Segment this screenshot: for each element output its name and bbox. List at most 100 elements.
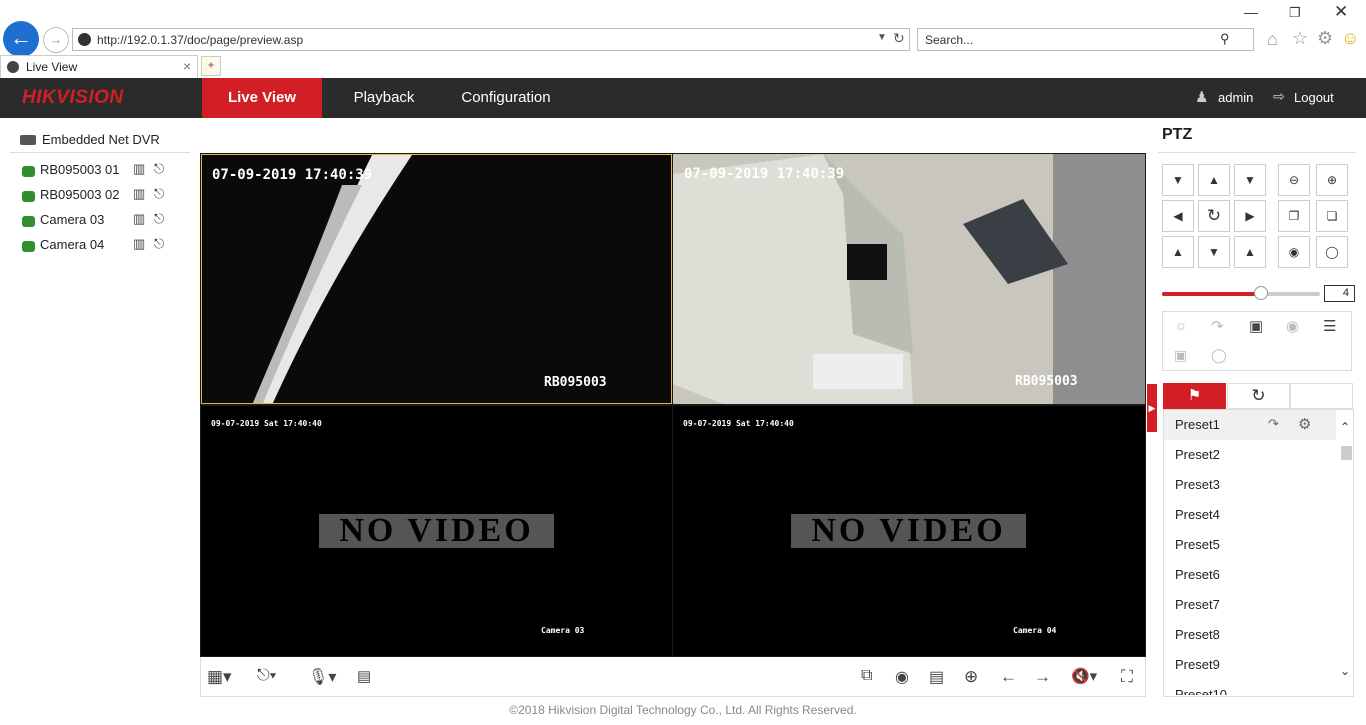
zoom-out-icon[interactable]: ⊖ <box>1278 164 1310 196</box>
username[interactable]: admin <box>1218 90 1253 105</box>
device-name[interactable]: Embedded Net DVR <box>42 132 160 147</box>
focus-far-icon[interactable]: ❏ <box>1316 200 1348 232</box>
iris-close-icon[interactable]: ◯ <box>1316 236 1348 268</box>
next-page-icon[interactable]: → <box>1034 667 1051 687</box>
wiper-icon[interactable]: ↷ <box>1211 317 1224 335</box>
zoom-in-icon[interactable]: ⊕ <box>1316 164 1348 196</box>
preset-item[interactable]: Preset6 <box>1175 567 1220 582</box>
preset-item[interactable]: Preset2 <box>1175 447 1220 462</box>
preset-item[interactable]: Preset5 <box>1175 537 1220 552</box>
tab-presets[interactable]: ⚑ <box>1163 383 1226 409</box>
stream-select-icon[interactable]: ⎋ <box>154 211 164 227</box>
forward-button[interactable]: → <box>43 27 69 53</box>
logout-link[interactable]: Logout <box>1294 90 1334 105</box>
pan-up-right-button[interactable]: ▼ <box>1234 164 1266 196</box>
scroll-thumb[interactable] <box>1341 446 1352 460</box>
channel-item[interactable]: Camera 03 <box>40 212 104 227</box>
light-icon[interactable]: ☼ <box>1174 317 1188 334</box>
record-icon[interactable]: ▥ <box>133 186 145 202</box>
microphone-icon[interactable]: 🎙▾ <box>308 667 336 687</box>
preset-scrollbar[interactable]: ⌃ ⌄ <box>1337 410 1353 696</box>
tab-configuration[interactable]: Configuration <box>450 78 562 118</box>
collapse-handle[interactable]: ▶ <box>1147 384 1157 432</box>
auto-focus-icon[interactable]: ▣ <box>1249 317 1263 335</box>
tab-close-icon[interactable]: × <box>183 58 191 74</box>
fullscreen-icon[interactable]: ⛶ <box>1121 667 1133 687</box>
pan-right-button[interactable]: ▶ <box>1234 200 1266 232</box>
record-icon[interactable]: ▥ <box>133 211 145 227</box>
pan-left-button[interactable]: ◀ <box>1162 200 1194 232</box>
preset-item[interactable]: Preset9 <box>1175 657 1220 672</box>
video-pane-1[interactable]: 07-09-2019 17:40:39 RB095003 <box>201 154 672 404</box>
channel-item[interactable]: RB095003 02 <box>40 187 120 202</box>
layout-grid-icon[interactable]: ▦▾ <box>207 667 232 687</box>
stop-all-icon[interactable]: ⧉ <box>861 667 872 687</box>
search-icon[interactable]: ⚲ <box>1220 31 1230 47</box>
pan-down-button[interactable]: ▼ <box>1198 236 1230 268</box>
pan-up-button[interactable]: ▲ <box>1198 164 1230 196</box>
refresh-icon[interactable]: ↻ <box>893 30 905 47</box>
stream-icon[interactable]: ⎋▾ <box>257 667 276 687</box>
focus-near-icon[interactable]: ❐ <box>1278 200 1310 232</box>
preset-settings-icon[interactable]: ⚙ <box>1298 415 1311 433</box>
stream-select-icon[interactable]: ⎋ <box>154 161 164 177</box>
settings-gear-icon[interactable]: ⚙ <box>1317 28 1333 49</box>
minimize-button[interactable]: — <box>1244 4 1258 20</box>
volume-mute-icon[interactable]: 🔇▾ <box>1071 667 1097 687</box>
channel-item[interactable]: Camera 04 <box>40 237 104 252</box>
speed-handle[interactable] <box>1254 286 1268 300</box>
dropdown-icon[interactable]: ▼ <box>877 32 887 43</box>
zoom-icon[interactable]: ⊕ <box>964 667 978 687</box>
lens-init-icon[interactable]: ◉ <box>1286 317 1299 335</box>
restore-button[interactable]: ❐ <box>1289 5 1301 21</box>
video-pane-2[interactable]: 07-09-2019 17:40:39 RB095003 <box>673 154 1145 404</box>
capture-icon[interactable]: ◉ <box>895 667 909 687</box>
pan-up-left-button[interactable]: ▼ <box>1162 164 1194 196</box>
record-icon[interactable]: ▥ <box>133 161 145 177</box>
3d-position-icon[interactable]: ◯ <box>1211 347 1227 364</box>
back-button[interactable]: ← <box>3 21 39 57</box>
tab-pattern[interactable] <box>1290 383 1353 409</box>
record-icon[interactable]: ▤ <box>929 667 944 687</box>
smiley-icon[interactable]: ☺ <box>1341 28 1359 49</box>
tab-playback[interactable]: Playback <box>340 78 428 118</box>
favorites-icon[interactable]: ☆ <box>1292 28 1308 49</box>
pan-down-right-button[interactable]: ▲ <box>1234 236 1266 268</box>
speed-value: 4 <box>1324 285 1355 302</box>
stream-select-icon[interactable]: ⎋ <box>154 186 164 202</box>
new-tab-button[interactable]: ✦ <box>201 56 221 76</box>
timestamp-2: 07-09-2019 17:40:39 <box>684 166 845 182</box>
record-icon[interactable]: ▥ <box>133 236 145 252</box>
tab-live-view[interactable]: Live View <box>202 78 322 118</box>
preset-item[interactable]: Preset4 <box>1175 507 1220 522</box>
close-window-button[interactable]: ✕ <box>1334 2 1348 22</box>
browser-tab[interactable]: Live View × <box>0 55 198 78</box>
channel-item[interactable]: RB095003 01 <box>40 162 120 177</box>
3d-zoom-box-icon[interactable]: ▣ <box>1174 347 1187 364</box>
preset-item[interactable]: Preset3 <box>1175 477 1220 492</box>
search-box[interactable]: Search... ⚲ <box>917 28 1254 51</box>
search-input[interactable]: Search... <box>925 33 973 47</box>
tab-patrol[interactable]: ↻ <box>1227 383 1290 409</box>
preset-item[interactable]: Preset7 <box>1175 597 1220 612</box>
video-pane-3[interactable]: 09-07-2019 Sat 17:40:40 NO VIDEO Camera … <box>201 406 672 656</box>
preset-item[interactable]: Preset8 <box>1175 627 1220 642</box>
video-pane-4[interactable]: 09-07-2019 Sat 17:40:40 NO VIDEO Camera … <box>673 406 1145 656</box>
preset-item[interactable]: Preset1 <box>1175 417 1220 432</box>
menu-icon[interactable]: ☰ <box>1323 317 1336 335</box>
home-icon[interactable]: ⌂ <box>1267 29 1278 50</box>
address-bar[interactable]: http://192.0.1.37/doc/page/preview.asp ▼… <box>72 28 910 51</box>
auto-pan-button[interactable]: ↻ <box>1198 200 1230 232</box>
scroll-up-icon[interactable]: ⌃ <box>1340 420 1350 434</box>
call-preset-icon[interactable]: ↷ <box>1268 416 1279 432</box>
tab-title: Live View <box>26 60 78 74</box>
logout-icon[interactable]: ⇨ <box>1273 88 1285 105</box>
pan-down-left-button[interactable]: ▲ <box>1162 236 1194 268</box>
preset-item[interactable]: Preset10 <box>1175 687 1227 695</box>
iris-open-icon[interactable]: ◉ <box>1278 236 1310 268</box>
stream-select-icon[interactable]: ⎋ <box>154 236 164 252</box>
scroll-down-icon[interactable]: ⌄ <box>1340 664 1350 678</box>
prev-page-icon[interactable]: ← <box>1000 667 1017 687</box>
speed-slider[interactable] <box>1162 286 1320 300</box>
fisheye-icon[interactable]: ▤ <box>357 667 371 687</box>
